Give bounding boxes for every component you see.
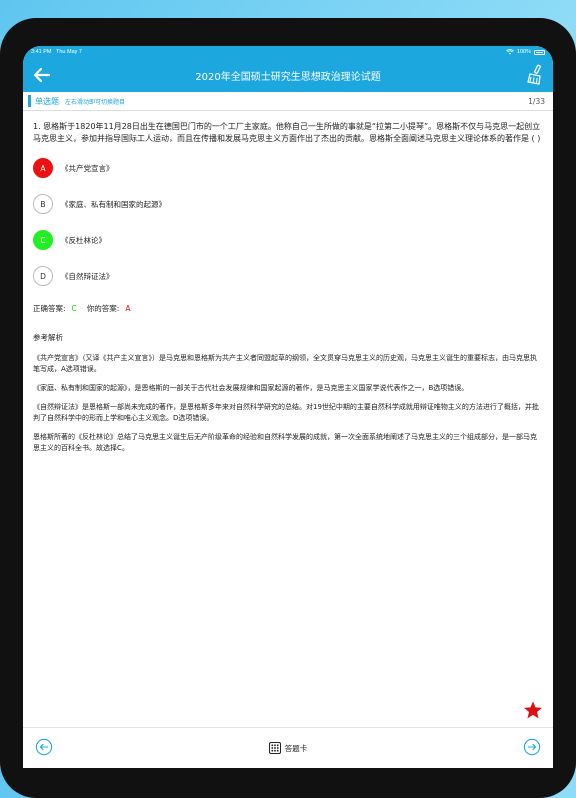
question-text: 1. 恩格斯于1820年11月28日出生在德国巴门市的一个工厂主家庭。他称自己一… [33, 122, 541, 143]
option-b[interactable]: B 《家庭、私有制和国家的起源》 [33, 193, 543, 215]
correct-answer-value: C [71, 304, 77, 313]
option-d[interactable]: D 《自然辩证法》 [33, 265, 543, 287]
previous-question-icon[interactable] [35, 738, 53, 756]
option-a-circle: A [33, 158, 53, 178]
status-bar: 3:41 PM Thu May 7 100% [23, 46, 553, 58]
clean-brush-icon[interactable] [525, 64, 545, 86]
option-c-circle: C [33, 230, 53, 250]
section-marker [28, 95, 31, 107]
battery-icon [534, 49, 545, 55]
navigation-bar: 2020年全国硕士研究生思想政治理论试题 [23, 58, 553, 92]
option-b-circle: B [33, 194, 53, 214]
answer-card-button[interactable]: 答题卡 [268, 742, 308, 754]
status-time: 3:41 PM [31, 49, 52, 55]
your-answer-label: 你的答案: [86, 304, 120, 313]
option-c[interactable]: C 《反杜林论》 [33, 229, 543, 251]
option-c-text: 《反杜林论》 [61, 235, 106, 245]
status-date: Thu May 7 [55, 49, 82, 55]
swipe-hint: 左右滑动即可切换题目 [65, 98, 126, 106]
option-b-text: 《家庭、私有制和国家的起源》 [61, 199, 166, 209]
next-question-icon[interactable] [523, 738, 541, 756]
status-right: 100% [506, 49, 545, 55]
question-progress: 1/33 [528, 96, 545, 106]
your-answer-value: A [125, 304, 131, 313]
option-a[interactable]: A 《共产党宣言》 [33, 157, 543, 179]
answer-summary: 正确答案: C 你的答案: A [33, 303, 543, 314]
status-left: 3:41 PM Thu May 7 [31, 49, 82, 55]
question-type-label: 单选题 [35, 96, 59, 106]
question-info-bar: 单选题 左右滑动即可切换题目 1/33 [23, 92, 553, 111]
question-content: 1. 恩格斯于1820年11月28日出生在德国巴门市的一个工厂主家庭。他称自己一… [23, 111, 553, 454]
analysis-paragraph-1: 《共产党宣言》（又译《共产主义宣言》）是马克思和恩格斯为共产主义者同盟起草的纲领… [33, 354, 537, 373]
back-arrow-icon[interactable] [32, 65, 52, 85]
app-screen: 3:41 PM Thu May 7 100% 2020年全国硕士研究生思想政治理… [23, 46, 553, 768]
option-d-text: 《自然辩证法》 [61, 271, 114, 281]
option-d-circle: D [33, 266, 53, 286]
analysis-title: 参考解析 [33, 333, 63, 342]
analysis-paragraph-4: 恩格斯所著的《反杜林论》总结了马克思主义诞生后无产阶级革命的经验和自然科学发展的… [33, 433, 537, 452]
grid-icon [268, 742, 281, 754]
bottom-toolbar: 答题卡 [23, 727, 553, 768]
favorite-star-icon[interactable] [523, 700, 543, 720]
battery-percent: 100% [516, 49, 531, 55]
correct-answer-label: 正确答案: [33, 304, 66, 313]
wifi-icon [506, 49, 514, 55]
option-a-text: 《共产党宣言》 [61, 163, 114, 173]
analysis-paragraph-3: 《自然辩证法》是恩格斯一部尚未完成的著作，是恩格斯多年来对自然科学研究的总结。对… [33, 403, 539, 422]
answer-card-label: 答题卡 [284, 743, 308, 753]
analysis-paragraph-2: 《家庭、私有制和国家的起源》，是恩格斯的一部关于古代社会发展规律和国家起源的著作… [33, 384, 469, 392]
page-title: 2020年全国硕士研究生思想政治理论试题 [195, 71, 381, 83]
